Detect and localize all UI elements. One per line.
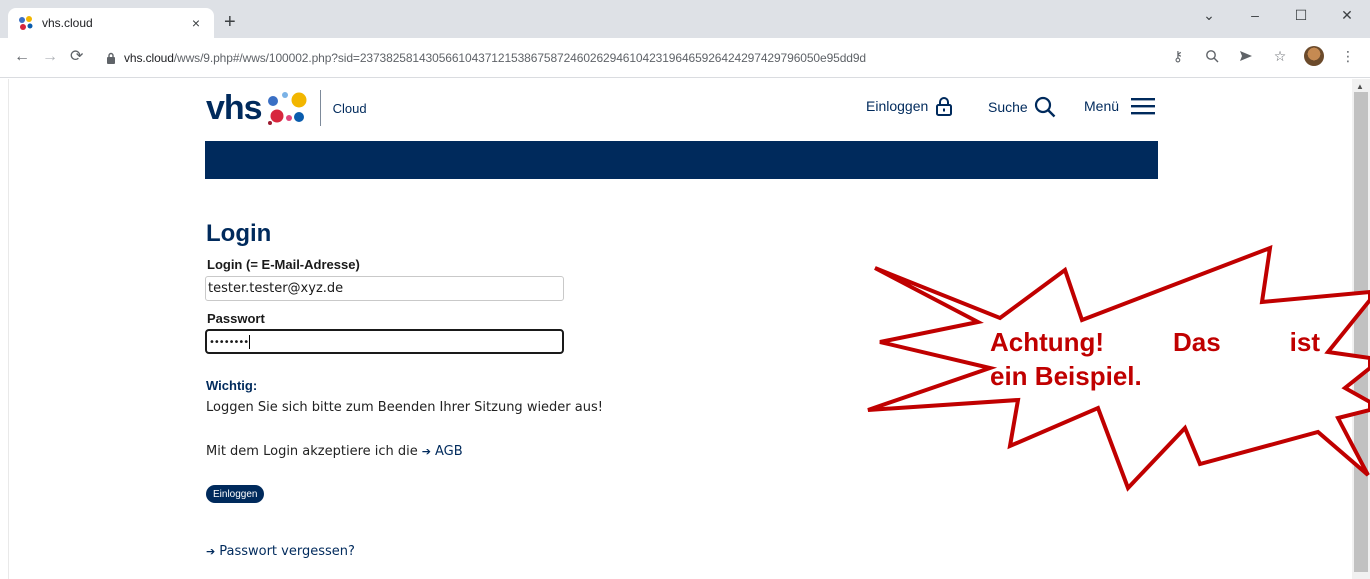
password-value: •••••••• xyxy=(209,337,249,348)
toolbar-icons: ⚷ ☆ ⋮ xyxy=(1168,46,1358,66)
forgot-password-line: ➔ Passwort vergessen? xyxy=(206,544,355,559)
tab-close-icon[interactable]: × xyxy=(188,15,204,31)
scroll-up-arrow-icon[interactable]: ▲ xyxy=(1356,82,1364,91)
browser-toolbar: ← → ⟳ vhs.cloud/wws/9.php#/wws/100002.ph… xyxy=(0,38,1370,78)
callout-word-3: ist xyxy=(1289,327,1320,357)
arrow-right-icon: ➔ xyxy=(421,445,431,458)
hamburger-menu-icon xyxy=(1131,98,1156,115)
text-caret xyxy=(249,334,251,349)
header-search-link[interactable]: Suche xyxy=(988,96,1056,118)
callout-word-2: Das xyxy=(1173,327,1221,357)
kebab-menu-icon[interactable]: ⋮ xyxy=(1338,46,1358,66)
url-text: vhs.cloud/wws/9.php#/wws/100002.php?sid=… xyxy=(124,51,867,65)
page-title: Login xyxy=(206,220,272,247)
callout-line-1: Achtung! Das ist xyxy=(990,325,1320,359)
reload-icon[interactable]: ⟳ xyxy=(70,49,83,65)
forgot-password-link[interactable]: Passwort vergessen? xyxy=(219,544,355,559)
header-login-link[interactable]: Einloggen xyxy=(866,96,954,116)
profile-avatar[interactable] xyxy=(1304,46,1324,66)
callout-word-1: Achtung! xyxy=(990,327,1105,357)
callout-line-2: ein Beispiel. xyxy=(990,361,1142,391)
new-tab-button[interactable]: + xyxy=(224,12,236,32)
browser-tab-bar: vhs.cloud × + ⌄ – ☐ ✕ xyxy=(0,0,1370,38)
vhs-favicon-icon xyxy=(19,16,33,30)
important-text: Loggen Sie sich bitte zum Beenden Ihrer … xyxy=(206,400,603,415)
password-label: Passwort xyxy=(207,311,265,326)
back-arrow-icon[interactable]: ← xyxy=(14,49,30,65)
bookmark-star-icon[interactable]: ☆ xyxy=(1270,46,1290,66)
window-controls: ⌄ – ☐ ✕ xyxy=(1186,0,1370,30)
tab-search-chevron-icon[interactable]: ⌄ xyxy=(1186,0,1232,30)
header-banner xyxy=(205,141,1158,179)
email-label: Login (= E-Mail-Adresse) xyxy=(207,257,360,272)
logo-separator xyxy=(319,90,321,126)
lock-icon xyxy=(107,52,115,64)
password-field[interactable]: •••••••• xyxy=(205,329,564,354)
browser-tab[interactable]: vhs.cloud × xyxy=(8,8,214,38)
logo-subtitle: Cloud xyxy=(332,100,367,116)
address-bar[interactable]: vhs.cloud/wws/9.php#/wws/100002.php?sid=… xyxy=(100,44,1188,72)
maximize-button[interactable]: ☐ xyxy=(1278,0,1324,30)
callout-text: Achtung! Das ist ein Beispiel. xyxy=(990,325,1320,393)
arrow-right-icon: ➔ xyxy=(206,545,216,558)
agb-link[interactable]: AGB xyxy=(435,444,463,459)
important-heading: Wichtig: xyxy=(206,378,258,393)
terms-line: Mit dem Login akzeptiere ich die ➔ AGB xyxy=(206,444,463,459)
email-value: tester.tester@xyz.de xyxy=(208,281,344,296)
key-icon[interactable]: ⚷ xyxy=(1168,46,1188,66)
header-login-label: Einloggen xyxy=(866,98,929,114)
login-button[interactable]: Einloggen xyxy=(206,485,265,503)
tab-title: vhs.cloud xyxy=(42,16,93,30)
header-search-label: Suche xyxy=(988,99,1028,115)
header-menu-label: Menü xyxy=(1084,98,1120,114)
header-menu-link[interactable]: Menü xyxy=(1084,96,1156,116)
terms-text: Mit dem Login akzeptiere ich die xyxy=(206,444,418,459)
close-window-button[interactable]: ✕ xyxy=(1324,0,1370,30)
email-field[interactable]: tester.tester@xyz.de xyxy=(205,276,564,301)
site-logo[interactable]: vhs Cloud xyxy=(206,88,367,128)
logo-dots-icon xyxy=(267,92,307,125)
minimize-button[interactable]: – xyxy=(1232,0,1278,30)
zoom-icon[interactable] xyxy=(1202,46,1222,66)
forward-arrow-icon[interactable]: → xyxy=(42,49,58,65)
logo-text: vhs xyxy=(206,89,263,127)
search-icon xyxy=(1034,96,1056,118)
share-icon[interactable] xyxy=(1236,46,1256,66)
page-left-edge xyxy=(8,79,9,579)
padlock-icon xyxy=(936,97,953,116)
